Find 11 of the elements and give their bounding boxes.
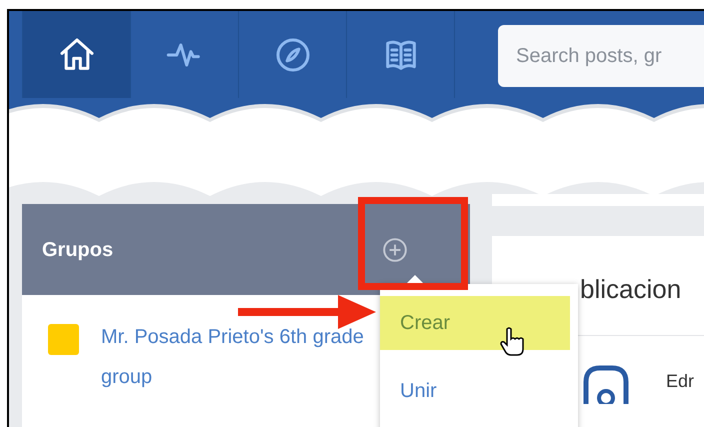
panel-title: Grupos [42, 238, 114, 262]
hand-cursor-icon [500, 327, 526, 357]
search-input[interactable]: Search posts, gr [516, 41, 704, 71]
post-author: Edr [666, 370, 694, 393]
menu-pointer-icon [405, 275, 425, 285]
group-link[interactable]: Mr. Posada Prieto's 6th grade group [101, 317, 366, 397]
feed-title: blicacion [580, 274, 682, 304]
nav-tab[interactable] [23, 11, 131, 98]
add-icon[interactable] [382, 236, 408, 262]
menu-item[interactable]: Crear [380, 296, 570, 350]
search-field[interactable]: Search posts, gr [498, 25, 704, 87]
